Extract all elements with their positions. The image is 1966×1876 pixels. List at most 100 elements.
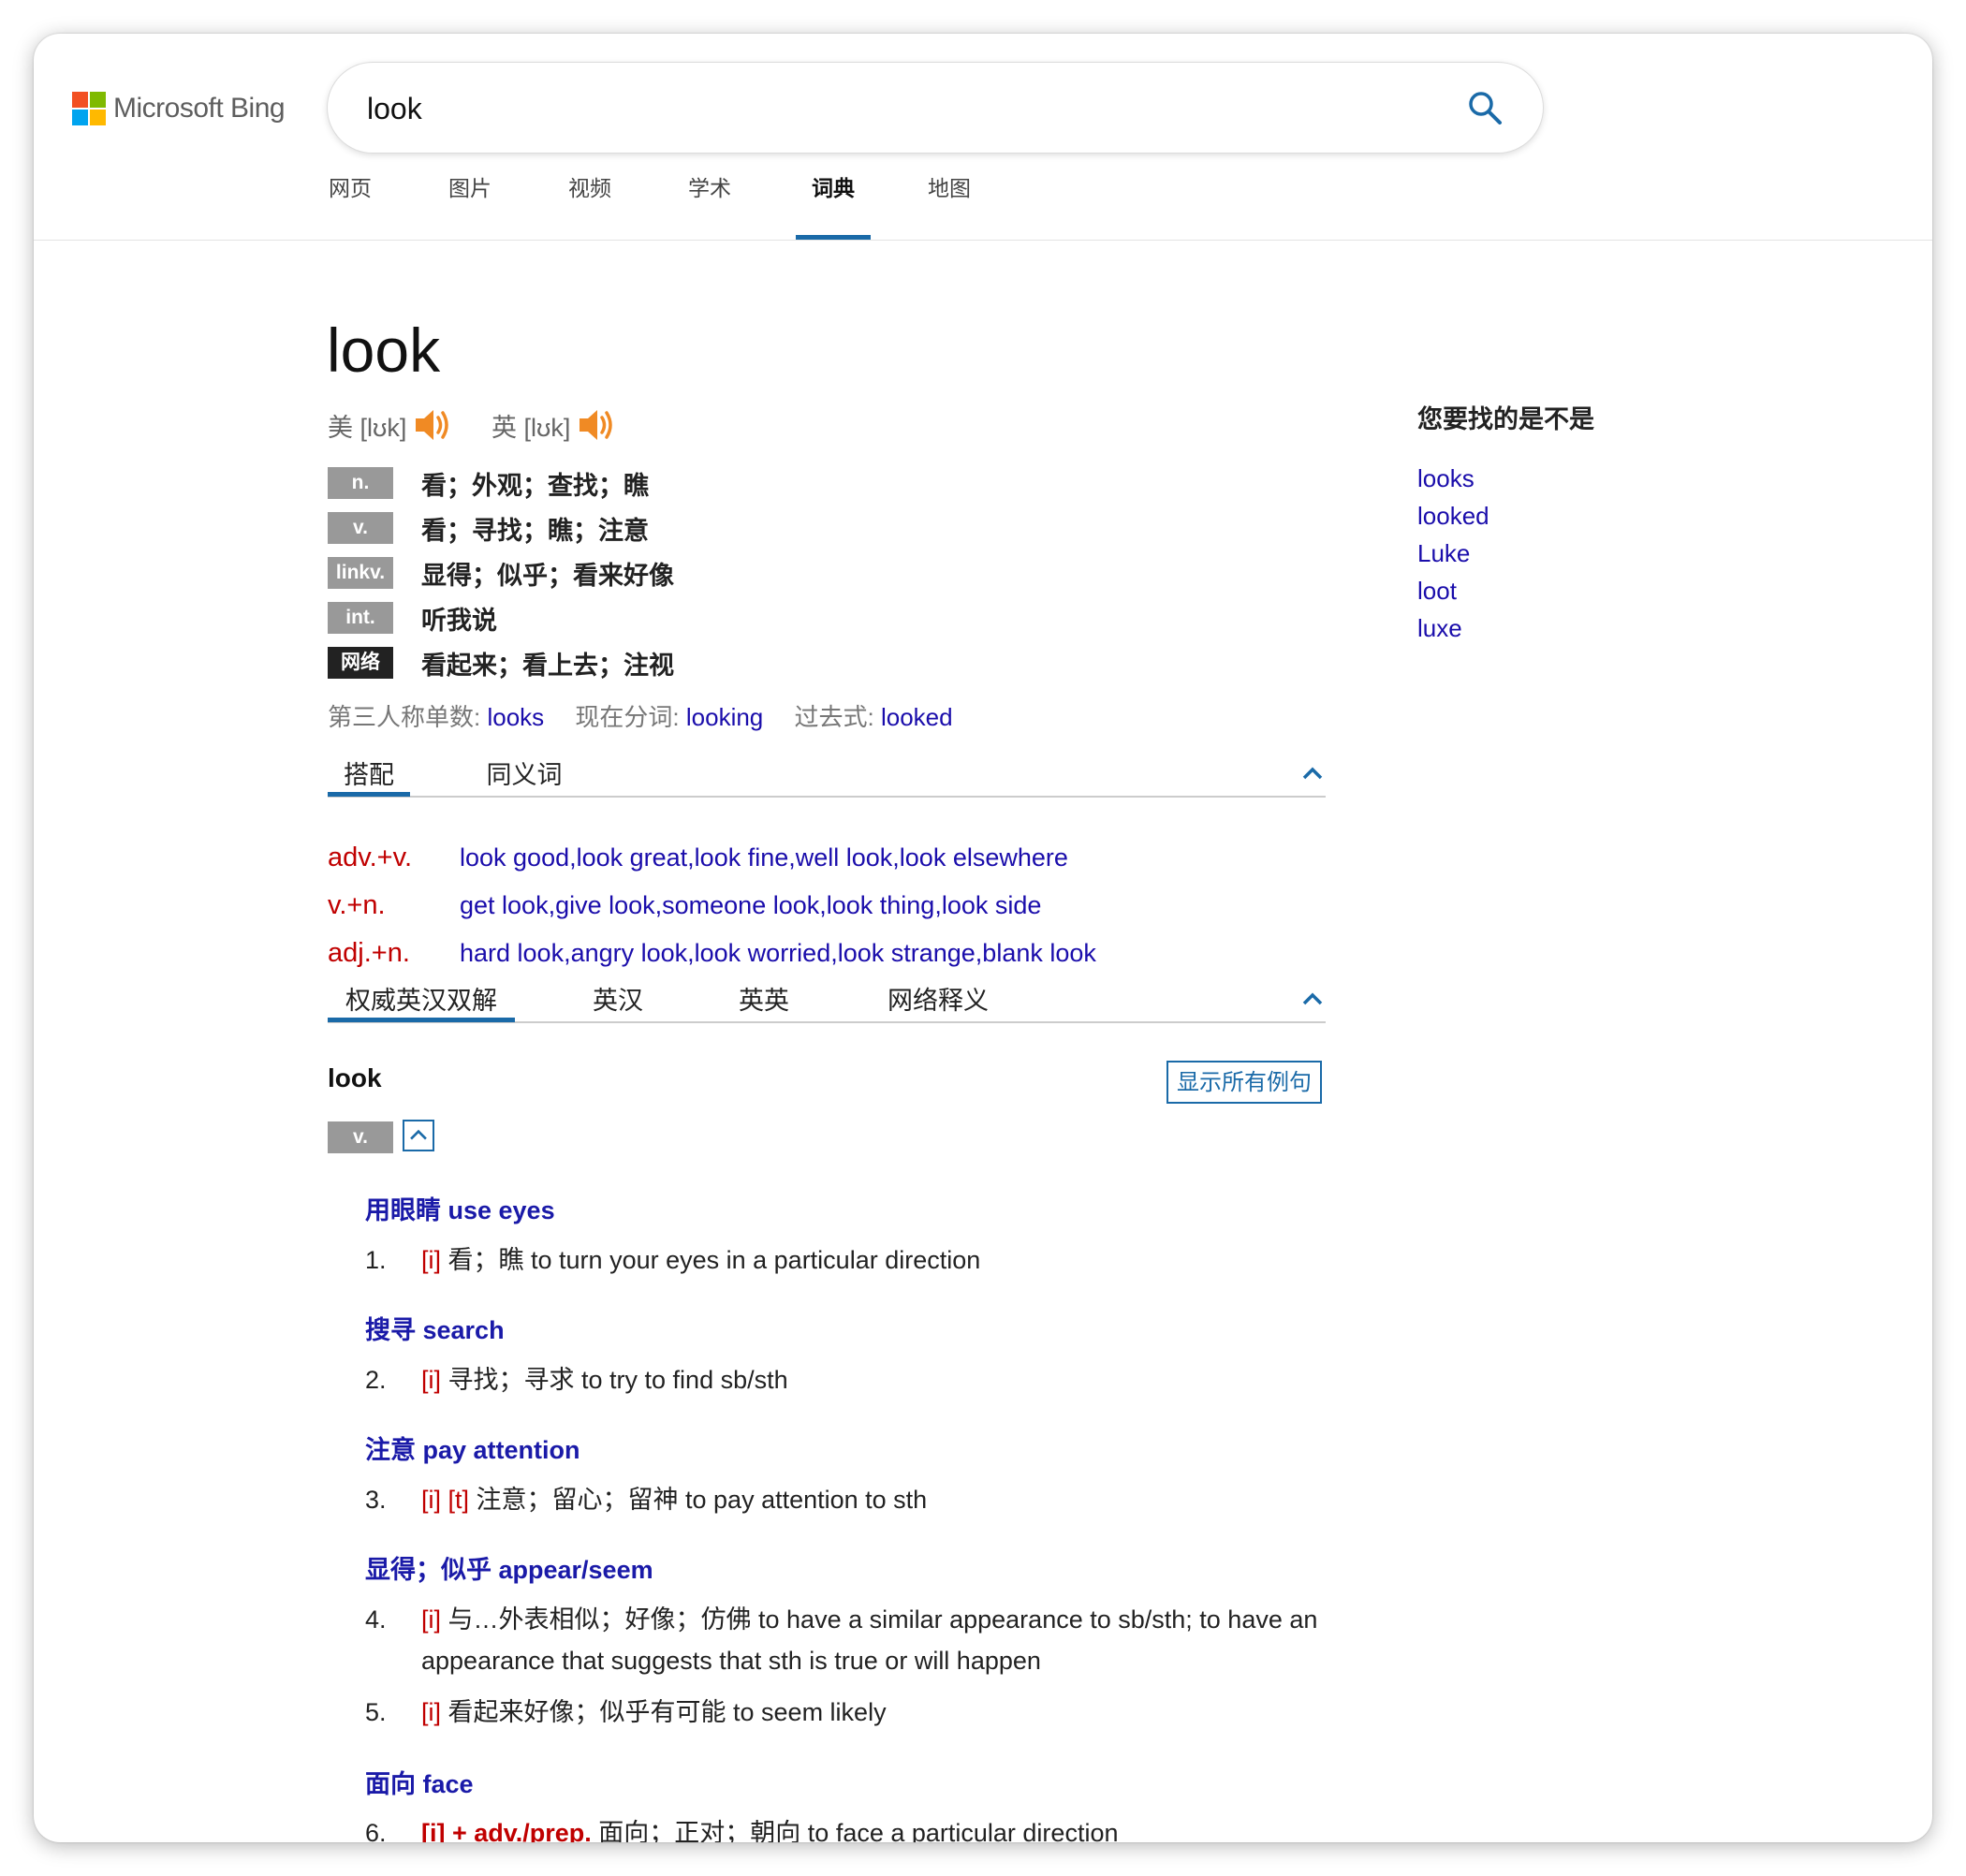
definition-row: linkv. 显得；似乎；看来好像 <box>328 556 674 590</box>
search-icon[interactable] <box>1466 89 1504 126</box>
grammar-tag: [i] [t] <box>421 1486 470 1514</box>
nav-web[interactable]: 网页 <box>328 169 373 240</box>
collocation-type: adv.+v. <box>328 842 413 872</box>
sense-text: 寻找；寻求 to try to find sb/sth <box>441 1366 788 1394</box>
definition-text: 显得；似乎；看来好像 <box>421 561 674 590</box>
sense-text: 看起来好像；似乎有可能 to seem likely <box>441 1698 887 1726</box>
suggestion-link[interactable]: Luke <box>1417 539 1470 568</box>
collocation-list[interactable]: hard look,angry look,look worried,look s… <box>460 939 1096 968</box>
collocation-list[interactable]: look good,look great,look fine,well look… <box>460 843 1068 872</box>
headword: look <box>327 315 441 385</box>
collocation-row: adj.+n. hard look,angry look,look worrie… <box>328 932 1096 974</box>
nav-videos[interactable]: 视频 <box>567 169 612 240</box>
microsoft-logo-icon <box>72 92 106 125</box>
definition-row: int. 听我说 <box>328 601 497 635</box>
third-person-label: 第三人称单数: <box>328 703 481 731</box>
past-tense-label: 过去式: <box>794 703 874 731</box>
pos-badge: n. <box>328 467 393 499</box>
collocation-row: v.+n. get look,give look,someone look,lo… <box>328 885 1041 926</box>
sense-item: 6. [i] + adv./prep. 面向；正对；朝向 to face a p… <box>365 1812 1329 1842</box>
sense-text: 与…外表相似；好像；仿佛 to have a similar appearanc… <box>421 1605 1318 1675</box>
definition-row: v. 看；寻找；瞧；注意 <box>328 511 649 545</box>
bing-logo[interactable]: Microsoft Bing <box>72 92 286 125</box>
search-box <box>328 63 1543 153</box>
sense-text: 看；瞧 to turn your eyes in a particular di… <box>441 1246 981 1274</box>
sense-heading: 注意 pay attention <box>365 1436 580 1464</box>
definition-text: 听我说 <box>421 606 497 635</box>
sense-number: 4. <box>365 1605 387 1634</box>
sense-number: 1. <box>365 1246 387 1274</box>
definition-text: 看；外观；查找；瞧 <box>421 471 649 500</box>
browser-window: Microsoft Bing 网页 图片 视频 学术 词典 地图 look 美 … <box>34 34 1932 1842</box>
inflections: 第三人称单数: looks 现在分词: looking 过去式: looked <box>328 698 977 733</box>
suggestion-link[interactable]: luxe <box>1417 614 1462 643</box>
nav-dictionary[interactable]: 词典 <box>796 169 871 240</box>
suggestion-link[interactable]: loot <box>1417 577 1457 606</box>
chevron-up-icon[interactable] <box>1299 760 1326 786</box>
present-participle-link[interactable]: looking <box>686 703 763 731</box>
grammar-tag: [i] <box>421 1698 442 1726</box>
grammar-tag: [i] <box>421 1366 442 1394</box>
chevron-up-icon[interactable] <box>1299 986 1326 1012</box>
sense-item: 4. [i] 与…外表相似；好像；仿佛 to have a similar ap… <box>365 1599 1329 1681</box>
collapse-toggle-icon[interactable] <box>403 1120 434 1151</box>
grammar-tag: [i] + adv./prep. <box>421 1819 592 1842</box>
did-you-mean-title: 您要找的是不是 <box>1417 405 1594 433</box>
show-all-examples-button[interactable]: 显示所有例句 <box>1166 1061 1322 1104</box>
grammar-tag: [i] <box>421 1605 442 1634</box>
tab-authoritative[interactable]: 权威英汉双解 <box>328 980 515 1022</box>
pos-badge: v. <box>328 1121 393 1153</box>
definition-row: n. 看；外观；查找；瞧 <box>328 466 649 500</box>
collocation-type: adj.+n. <box>328 937 410 968</box>
present-participle-label: 现在分词: <box>575 703 680 731</box>
sense-heading: 面向 face <box>365 1770 474 1798</box>
sense-item: 5. [i] 看起来好像；似乎有可能 to seem likely <box>365 1692 1329 1733</box>
grammar-tag: [i] <box>421 1246 442 1274</box>
tab-en-cn[interactable]: 英汉 <box>580 980 655 1017</box>
header: Microsoft Bing 网页 图片 视频 学术 词典 地图 <box>34 34 1932 241</box>
suggestion-link[interactable]: looked <box>1417 502 1489 531</box>
pronunciation-uk-text: 英 [lʊk] <box>492 413 571 442</box>
third-person-link[interactable]: looks <box>487 703 544 731</box>
collocation-tabs: 搭配 同义词 <box>328 755 1326 798</box>
nav-images[interactable]: 图片 <box>447 169 492 240</box>
speaker-icon[interactable] <box>414 406 453 444</box>
tab-collocations[interactable]: 搭配 <box>328 755 410 797</box>
sense-number: 6. <box>365 1819 387 1842</box>
definition-tabs: 权威英汉双解 英汉 英英 网络释义 <box>328 980 1326 1023</box>
collocation-list[interactable]: get look,give look,someone look,look thi… <box>460 891 1041 920</box>
sense-text: 面向；正对；朝向 to face a particular direction <box>591 1819 1119 1842</box>
sense-heading: 用眼睛 use eyes <box>365 1196 555 1224</box>
detail-headword: look <box>328 1063 382 1092</box>
sense-heading: 显得；似乎 appear/seem <box>365 1556 653 1584</box>
pos-badge: int. <box>328 602 393 634</box>
sense-item: 3. [i] [t] 注意；留心；留神 to pay attention to … <box>365 1479 1329 1520</box>
sense-heading: 搜寻 search <box>365 1316 505 1344</box>
collocation-row: adv.+v. look good,look great,look fine,w… <box>328 837 1068 878</box>
definition-text: 看；寻找；瞧；注意 <box>421 516 649 545</box>
tab-en-en[interactable]: 英英 <box>726 980 801 1017</box>
nav-academic[interactable]: 学术 <box>687 169 732 240</box>
search-input[interactable] <box>365 83 1399 134</box>
speaker-icon[interactable] <box>578 406 617 444</box>
definition-text: 看起来；看上去；注视 <box>421 651 674 680</box>
sense-number: 5. <box>365 1698 387 1726</box>
nav-maps[interactable]: 地图 <box>927 169 972 240</box>
brand-name: Microsoft Bing <box>113 93 286 124</box>
pos-badge: v. <box>328 512 393 544</box>
tab-synonyms[interactable]: 同义词 <box>477 755 571 791</box>
tab-web-definitions[interactable]: 网络释义 <box>873 980 1004 1017</box>
pronunciation-us-text: 美 [lʊk] <box>328 413 407 442</box>
sense-text: 注意；留心；留神 to pay attention to sth <box>469 1486 928 1514</box>
pos-badge: linkv. <box>328 557 393 589</box>
collocation-type: v.+n. <box>328 889 386 920</box>
sense-item: 2. [i] 寻找；寻求 to try to find sb/sth <box>365 1359 1329 1400</box>
pronunciation-uk: 英 [lʊk] <box>492 406 617 444</box>
sense-number: 2. <box>365 1366 387 1394</box>
pos-badge-web: 网络 <box>328 647 393 679</box>
pronunciation-us: 美 [lʊk] <box>328 406 453 444</box>
past-tense-link[interactable]: looked <box>881 703 953 731</box>
definition-row: 网络 看起来；看上去；注视 <box>328 646 674 680</box>
sense-number: 3. <box>365 1486 387 1514</box>
suggestion-link[interactable]: looks <box>1417 464 1474 493</box>
